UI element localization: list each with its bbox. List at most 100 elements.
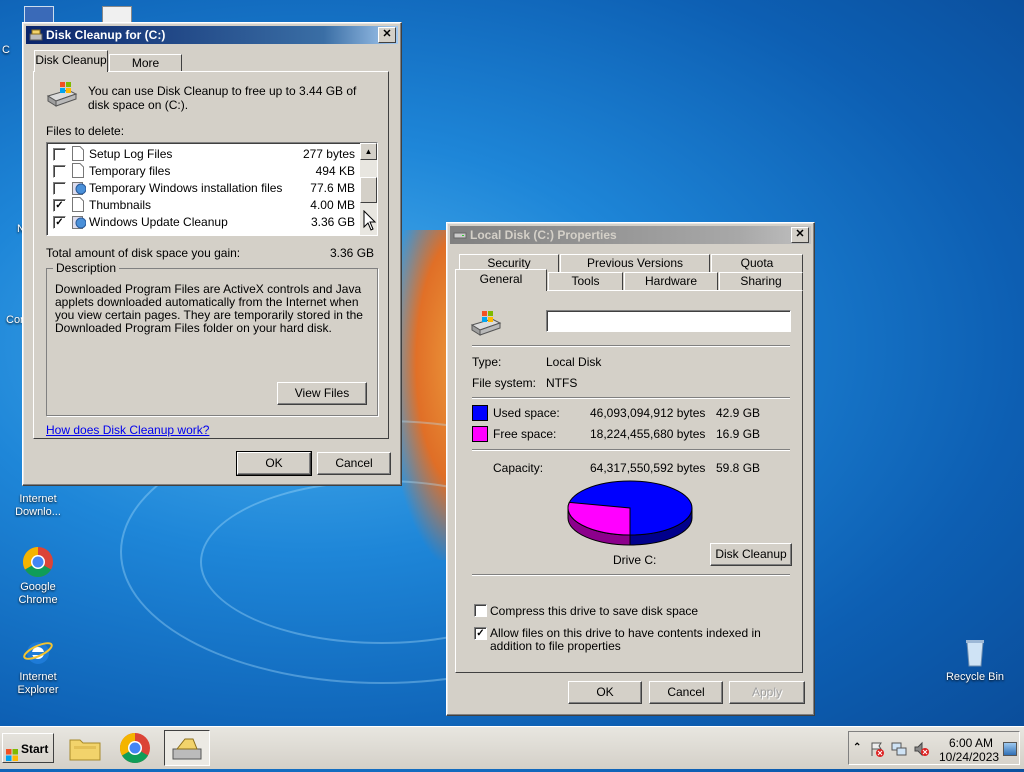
tab-more-options[interactable]: More Options bbox=[109, 54, 182, 87]
drive-label-input[interactable] bbox=[546, 310, 791, 332]
list-item[interactable]: Temporary files 494 KB bbox=[47, 162, 377, 179]
help-link[interactable]: How does Disk Cleanup work? bbox=[46, 423, 209, 437]
update-icon bbox=[72, 214, 87, 229]
drive-large-icon bbox=[470, 309, 502, 340]
file-size: 4.00 MB bbox=[310, 198, 355, 212]
compress-label[interactable]: Compress this drive to save disk space bbox=[490, 604, 698, 618]
disk-cleanup-button[interactable]: Disk Cleanup bbox=[710, 543, 792, 566]
capacity-bytes: 64,317,550,592 bytes bbox=[590, 461, 706, 475]
files-list[interactable]: Setup Log Files 277 bytes Temporary file… bbox=[46, 142, 378, 236]
used-space-bytes: 46,093,094,912 bytes bbox=[590, 406, 706, 420]
description-text: Downloaded Program Files are ActiveX con… bbox=[55, 282, 363, 335]
taskbar: Start ⌃ 6:00 AM 10/24/2023 bbox=[0, 726, 1024, 769]
free-space-label: Free space: bbox=[493, 427, 557, 441]
tab-label: Disk Cleanup bbox=[35, 53, 107, 67]
install-files-icon bbox=[72, 180, 87, 195]
list-item[interactable]: ✓ Windows Update Cleanup 3.36 GB bbox=[47, 213, 377, 230]
files-to-delete-label: Files to delete: bbox=[46, 124, 125, 138]
tab-general[interactable]: General bbox=[455, 269, 547, 291]
list-item[interactable]: Setup Log Files 277 bytes bbox=[47, 145, 377, 162]
ok-button[interactable]: OK bbox=[568, 681, 642, 704]
scroll-thumb[interactable] bbox=[360, 177, 377, 203]
start-label: Start bbox=[21, 742, 49, 756]
file-checkbox[interactable]: ✓ bbox=[53, 216, 66, 229]
clock-time[interactable]: 6:00 AM bbox=[949, 736, 993, 750]
desktop-icon-recycle-bin[interactable]: Recycle Bin bbox=[937, 636, 1013, 684]
desktop-icon-internet-download[interactable]: Internet Downlo... bbox=[0, 493, 76, 519]
title-bar[interactable]: Disk Cleanup for (C:) ✕ bbox=[26, 26, 398, 44]
show-desktop-icon[interactable] bbox=[1003, 742, 1017, 756]
file-checkbox[interactable]: ✓ bbox=[53, 199, 66, 212]
type-value: Local Disk bbox=[546, 355, 602, 369]
volume-muted-icon[interactable] bbox=[913, 741, 929, 757]
cancel-button[interactable]: Cancel bbox=[649, 681, 723, 704]
list-item[interactable]: Temporary Windows installation files 77.… bbox=[47, 179, 377, 196]
tab-label: Security bbox=[487, 256, 531, 270]
used-space-label: Used space: bbox=[493, 406, 560, 420]
scroll-up-arrow-icon[interactable]: ▲ bbox=[360, 143, 377, 160]
file-size: 494 KB bbox=[315, 164, 355, 178]
system-tray: ⌃ 6:00 AM 10/24/2023 bbox=[848, 731, 1020, 765]
description-legend: Description bbox=[53, 261, 120, 275]
clock-date[interactable]: 10/24/2023 bbox=[939, 750, 999, 764]
close-button[interactable]: ✕ bbox=[791, 227, 809, 243]
desktop-icon-label: Recycle Bin bbox=[945, 671, 1005, 683]
tab-label: Tools bbox=[571, 274, 600, 288]
file-name: Setup Log Files bbox=[89, 147, 173, 161]
tab-sharing[interactable]: Sharing bbox=[719, 272, 803, 290]
list-item[interactable]: ✓ Thumbnails 4.00 MB bbox=[47, 196, 377, 213]
taskbar-disk-cleanup-button[interactable] bbox=[164, 730, 210, 766]
tab-label: Hardware bbox=[644, 274, 698, 288]
file-checkbox[interactable] bbox=[53, 182, 66, 195]
desktop-icon-internet-explorer[interactable]: Internet Explorer bbox=[0, 636, 76, 697]
window-title: Local Disk (C:) Properties bbox=[470, 228, 617, 242]
view-files-button[interactable]: View Files bbox=[277, 382, 367, 405]
free-space-bytes: 18,224,455,680 bytes bbox=[590, 427, 706, 441]
index-checkbox[interactable]: ✓ bbox=[474, 627, 487, 640]
show-hidden-icons-chevron-icon[interactable]: ⌃ bbox=[853, 742, 861, 753]
disk-cleanup-icon bbox=[29, 28, 43, 42]
ok-button[interactable]: OK bbox=[236, 451, 312, 476]
total-gain-label: Total amount of disk space you gain: bbox=[46, 246, 241, 260]
tab-label: Quota bbox=[740, 256, 774, 270]
file-checkbox[interactable] bbox=[53, 148, 66, 161]
apply-button[interactable]: Apply bbox=[729, 681, 805, 704]
capacity-label: Capacity: bbox=[493, 461, 544, 475]
file-size: 3.36 GB bbox=[310, 215, 355, 229]
tab-previous-versions[interactable]: Previous Versions bbox=[560, 254, 710, 272]
free-space-gb: 16.9 GB bbox=[716, 427, 761, 441]
file-icon bbox=[72, 163, 84, 178]
start-button[interactable]: Start bbox=[2, 733, 54, 763]
tab-label: Sharing bbox=[740, 274, 782, 288]
tab-hardware[interactable]: Hardware bbox=[624, 272, 718, 290]
file-icon bbox=[72, 197, 84, 212]
chrome-icon bbox=[22, 546, 54, 578]
taskbar-chrome-button[interactable] bbox=[113, 730, 159, 766]
desktop-icon-chrome[interactable]: Google Chrome bbox=[0, 546, 76, 607]
desktop-icon-label: Google Chrome bbox=[18, 581, 58, 606]
used-space-gb: 42.9 GB bbox=[716, 406, 761, 420]
file-checkbox[interactable] bbox=[53, 165, 66, 178]
title-bar[interactable]: Local Disk (C:) Properties ✕ bbox=[450, 226, 811, 244]
tab-quota[interactable]: Quota bbox=[711, 254, 803, 272]
network-icon[interactable] bbox=[891, 741, 907, 757]
taskbar-explorer-button[interactable] bbox=[62, 730, 108, 766]
close-button[interactable]: ✕ bbox=[378, 27, 396, 43]
action-center-flag-icon[interactable] bbox=[869, 741, 885, 757]
general-tab-panel: Type: Local Disk File system: NTFS Used … bbox=[455, 290, 803, 673]
free-space-swatch bbox=[472, 426, 488, 442]
tab-tools[interactable]: Tools bbox=[548, 272, 623, 290]
tab-panel: You can use Disk Cleanup to free up to 3… bbox=[33, 71, 389, 439]
filesystem-label: File system: bbox=[472, 376, 537, 390]
separator bbox=[472, 397, 790, 399]
disk-usage-pie-chart bbox=[567, 480, 693, 546]
disk-cleanup-window: Disk Cleanup for (C:) ✕ Disk Cleanup Mor… bbox=[22, 22, 402, 486]
file-name: Temporary Windows installation files bbox=[89, 181, 283, 195]
intro-text: You can use Disk Cleanup to free up to 3… bbox=[88, 84, 357, 112]
tab-label: Previous Versions bbox=[586, 256, 684, 270]
cancel-button[interactable]: Cancel bbox=[317, 452, 391, 475]
compress-checkbox[interactable] bbox=[474, 604, 487, 617]
tab-disk-cleanup[interactable]: Disk Cleanup bbox=[34, 50, 108, 72]
index-label[interactable]: Allow files on this drive to have conten… bbox=[490, 627, 790, 653]
separator bbox=[472, 449, 790, 451]
